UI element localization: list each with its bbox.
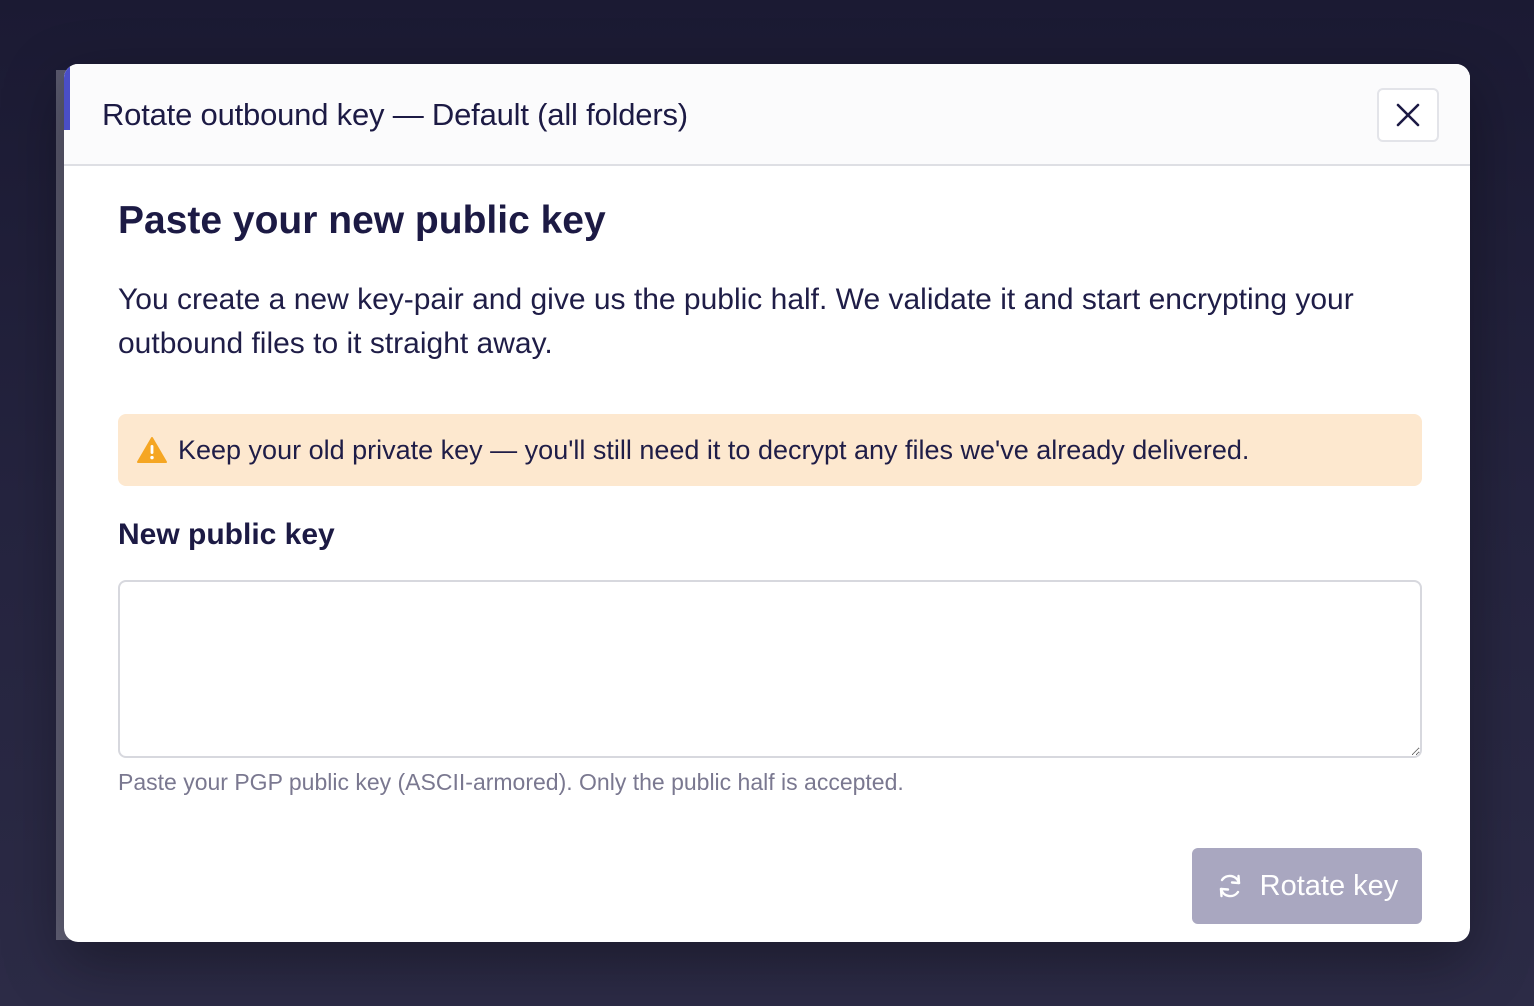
modal-header: Rotate outbound key — Default (all folde… xyxy=(64,64,1470,166)
section-heading: Paste your new public key xyxy=(118,199,606,242)
rotate-key-modal: Rotate outbound key — Default (all folde… xyxy=(64,64,1470,942)
modal-accent-bar xyxy=(64,64,70,130)
warning-icon xyxy=(136,435,168,465)
new-public-key-label: New public key xyxy=(118,518,335,551)
description-text: You create a new key-pair and give us th… xyxy=(118,283,1354,360)
rotate-key-label: Rotate key xyxy=(1259,869,1399,902)
rotate-key-button[interactable]: Rotate key xyxy=(1192,848,1422,924)
public-key-input[interactable] xyxy=(118,580,1422,758)
warning-text: Keep your old private key — you'll still… xyxy=(178,434,1250,465)
helper-text: Paste your PGP public key (ASCII-armored… xyxy=(118,769,904,795)
close-icon xyxy=(1396,103,1420,127)
close-button[interactable] xyxy=(1377,88,1439,142)
modal-title: Rotate outbound key — Default (all folde… xyxy=(102,97,688,132)
warning-banner: Keep your old private key — you'll still… xyxy=(118,414,1422,486)
refresh-icon xyxy=(1216,872,1244,900)
